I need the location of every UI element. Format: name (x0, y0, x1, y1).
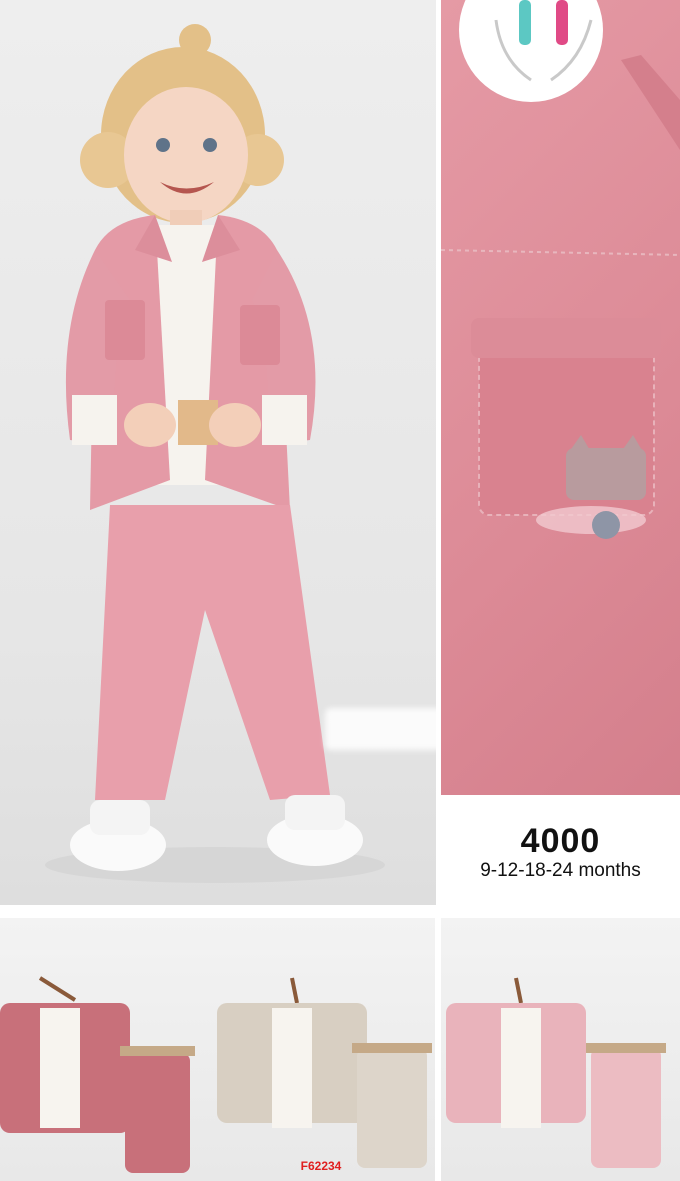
product-code: F62234 (300, 1159, 342, 1173)
light-pink-set-illustration (446, 977, 666, 1168)
price-amount: 4000 (520, 822, 601, 860)
pocket-detail-photo (441, 0, 680, 795)
toddler-outfit-illustration (45, 24, 385, 883)
variant-pink-photo[interactable] (441, 918, 680, 1181)
price-block: 4000 9-12-18-24 months (441, 800, 680, 905)
pocket-closeup-illustration (441, 0, 680, 539)
rose-set-illustration (0, 976, 195, 1173)
variant-rose-photo[interactable] (0, 918, 226, 1181)
beige-set-illustration (217, 977, 432, 1168)
variant-beige-photo[interactable]: F62234 (207, 918, 435, 1181)
main-product-photo (0, 0, 436, 905)
logo-icon (519, 0, 531, 45)
blurred-watermark (325, 708, 436, 750)
size-range: 9-12-18-24 months (480, 860, 641, 881)
